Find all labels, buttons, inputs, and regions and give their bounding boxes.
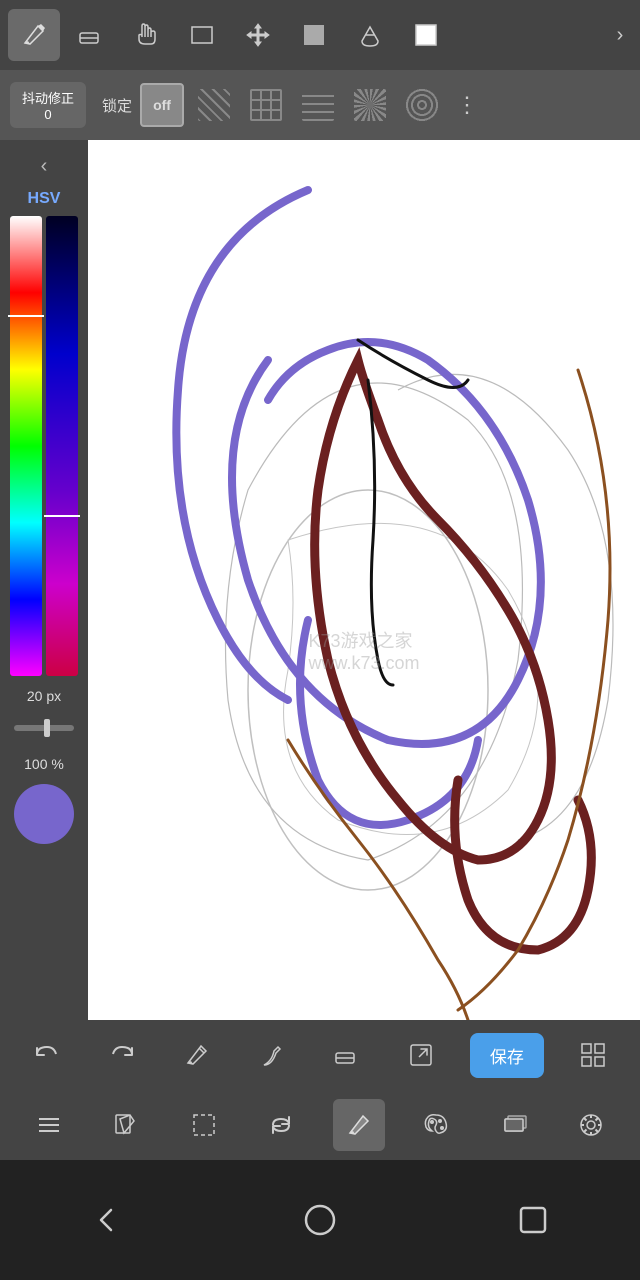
pen-button[interactable] xyxy=(246,1029,298,1081)
fill-bucket-tool[interactable] xyxy=(344,9,396,61)
pen-tool[interactable] xyxy=(8,9,60,61)
more-patterns-button[interactable]: ⋮ xyxy=(456,92,478,118)
grid-pattern-icon xyxy=(250,89,282,121)
canvas-area[interactable]: K73游戏之家www.k73.com xyxy=(88,140,640,1030)
color-box-tool[interactable] xyxy=(400,9,452,61)
layers-button[interactable] xyxy=(488,1099,540,1151)
back-nav-button[interactable] xyxy=(77,1190,137,1250)
nav-bar xyxy=(0,1160,640,1280)
brush-size-label: 20 px xyxy=(27,688,61,704)
redo-button[interactable] xyxy=(96,1029,148,1081)
collapse-icon: ‹ xyxy=(41,155,48,178)
selection-button[interactable] xyxy=(178,1099,230,1151)
color-preview-circle[interactable] xyxy=(14,784,74,844)
palette-button[interactable] xyxy=(410,1099,462,1151)
move-tool[interactable] xyxy=(232,9,284,61)
pattern-radial-button[interactable] xyxy=(400,83,444,127)
hand-tool[interactable] xyxy=(120,9,172,61)
edit-button[interactable] xyxy=(100,1099,152,1151)
draw-mode-button[interactable] xyxy=(333,1099,385,1151)
color-spectrum[interactable] xyxy=(8,216,80,676)
radial-pattern-icon xyxy=(406,89,438,121)
fill-rect-tool[interactable] xyxy=(288,9,340,61)
toolbar-expand[interactable]: › xyxy=(608,9,632,61)
grid-view-button[interactable] xyxy=(567,1029,619,1081)
diagonal-pattern-icon xyxy=(198,89,230,121)
pencil-button[interactable] xyxy=(171,1029,223,1081)
lock-label: 锁定 xyxy=(102,95,132,116)
pattern-hlines-button[interactable] xyxy=(296,83,340,127)
top-toolbar: › xyxy=(0,0,640,70)
pattern-fan-button[interactable] xyxy=(348,83,392,127)
left-panel: ‹ HSV xyxy=(0,140,88,1030)
rotate-button[interactable] xyxy=(255,1099,307,1151)
fan-pattern-icon xyxy=(354,89,386,121)
off-label: off xyxy=(153,97,171,113)
stabilizer-label: 抖动修正 0 xyxy=(22,88,74,122)
hlines-pattern-icon xyxy=(302,89,334,121)
expand-icon: › xyxy=(617,24,624,47)
rectangle-tool[interactable] xyxy=(176,9,228,61)
bottom-toolbar-1: 保存 xyxy=(0,1020,640,1090)
settings-button[interactable] xyxy=(565,1099,617,1151)
save-button[interactable]: 保存 xyxy=(470,1033,544,1078)
menu-button[interactable] xyxy=(23,1099,75,1151)
home-nav-button[interactable] xyxy=(290,1190,350,1250)
stabilizer-bar: 抖动修正 0 锁定 off ⋮ xyxy=(0,70,640,140)
pattern-diagonal-button[interactable] xyxy=(192,83,236,127)
bottom-toolbar-2 xyxy=(0,1090,640,1160)
hsv-mode-button[interactable]: HSV xyxy=(28,190,61,208)
pattern-grid-button[interactable] xyxy=(244,83,288,127)
recents-nav-button[interactable] xyxy=(503,1190,563,1250)
pattern-off-button[interactable]: off xyxy=(140,83,184,127)
eraser-button[interactable] xyxy=(320,1029,372,1081)
stabilizer-button[interactable]: 抖动修正 0 xyxy=(10,82,86,128)
more-icon: ⋮ xyxy=(456,92,478,117)
brush-size-slider[interactable] xyxy=(8,708,80,748)
undo-button[interactable] xyxy=(21,1029,73,1081)
collapse-panel-button[interactable]: ‹ xyxy=(26,148,62,184)
eraser-tool[interactable] xyxy=(64,9,116,61)
export-button[interactable] xyxy=(395,1029,447,1081)
opacity-label: 100 % xyxy=(24,756,64,772)
